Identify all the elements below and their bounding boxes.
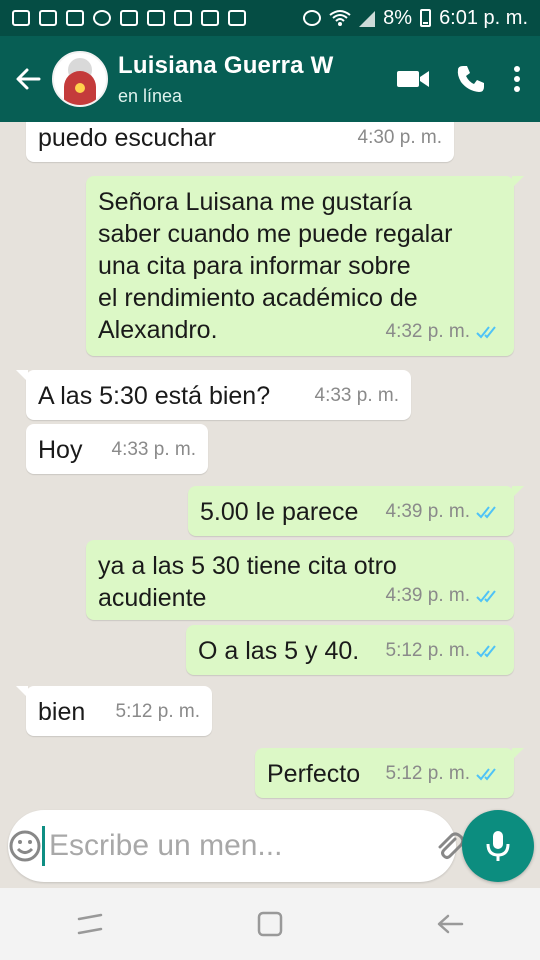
presence-status: en línea (118, 85, 183, 106)
message-input[interactable] (42, 826, 435, 866)
clock: 6:01 p. m. (439, 6, 528, 29)
message-time: 4:39 p. m. (385, 501, 471, 522)
message-time: 4:39 p. m. (385, 585, 471, 606)
message-bubble-incoming[interactable]: bien 5:12 p. m. (16, 686, 212, 736)
chat-area[interactable]: puedo escuchar 4:30 p. m. Señora Luisana… (0, 122, 540, 808)
signal-icon (359, 11, 376, 27)
back-nav-button[interactable] (420, 894, 480, 954)
message-line: una cita para informar sobre (98, 252, 411, 280)
alert-notification-icon (12, 10, 30, 26)
message-time: 5:12 p. m. (385, 640, 471, 661)
message-notification-icon (39, 10, 57, 26)
message-line: el rendimiento académico de (98, 284, 418, 312)
notification-icons (12, 10, 246, 26)
microphone-icon (486, 831, 510, 861)
message-time: 4:30 p. m. (357, 127, 443, 148)
phone-call-icon[interactable] (456, 64, 486, 94)
chat-header: Luisiana Guerra W en línea (0, 36, 540, 122)
video-call-icon[interactable] (396, 68, 430, 90)
message-text: puedo escuchar (38, 124, 216, 152)
message-meta: 4:33 p. m. (315, 380, 400, 412)
message-bubble-outgoing[interactable]: ya a las 5 30 tiene cita otro acudiente … (86, 540, 514, 620)
contact-info[interactable]: Luisiana Guerra W en línea (118, 52, 333, 107)
message-bubble-outgoing[interactable]: 5.00 le parece 4:39 p. m. (188, 486, 524, 536)
system-status: 8% 6:01 p. m. (303, 7, 528, 30)
home-icon (257, 911, 283, 937)
alarm-icon (303, 10, 322, 26)
gallery-notification-icon (174, 10, 192, 26)
message-line: saber cuando me puede regalar (98, 220, 453, 248)
message-composer (8, 810, 496, 882)
laptop-notification-icon (228, 10, 246, 26)
attach-button[interactable] (435, 831, 465, 861)
battery-icon (420, 9, 432, 27)
read-receipt-icon (476, 645, 496, 658)
facebook-notification-icon (93, 10, 111, 26)
chat-notification-icon (66, 10, 84, 26)
message-meta: 5:12 p. m. (386, 635, 503, 667)
read-receipt-icon (476, 590, 496, 603)
message-line: Señora Luisana me gustaría (98, 188, 413, 216)
emoji-icon (9, 830, 41, 862)
emoji-button[interactable] (8, 829, 42, 863)
paperclip-icon (438, 832, 465, 859)
home-button[interactable] (240, 894, 300, 954)
back-nav-icon (437, 914, 464, 934)
message-time: 4:33 p. m. (111, 439, 197, 460)
message-meta: 4:32 p. m. (386, 316, 503, 348)
contact-avatar[interactable] (52, 51, 108, 107)
message-meta: 4:39 p. m. (386, 580, 503, 612)
contact-name: Luisiana Guerra W (118, 51, 334, 79)
recent-apps-button[interactable] (60, 894, 120, 954)
message-text: Perfecto (267, 760, 361, 788)
message-text: 5.00 le parece (200, 498, 359, 526)
message-bubble-outgoing[interactable]: Perfecto 5:12 p. m. (255, 748, 524, 798)
message-time: 5:12 p. m. (385, 763, 471, 784)
message-bubble-incoming[interactable]: A las 5:30 está bien? 4:33 p. m. (16, 370, 411, 420)
message-meta: 5:12 p. m. (386, 758, 503, 790)
status-bar: 8% 6:01 p. m. (0, 0, 540, 36)
system-nav-bar (0, 888, 540, 960)
battery-percent: 8% (383, 6, 413, 29)
arrow-left-icon (16, 68, 41, 90)
read-receipt-icon (476, 506, 496, 519)
back-button[interactable] (6, 57, 50, 101)
read-receipt-icon (476, 326, 496, 339)
voice-message-button[interactable] (462, 810, 534, 882)
message-meta: 4:30 p. m. (358, 122, 443, 154)
message-time: 4:32 p. m. (385, 321, 471, 342)
message-text: Hoy (38, 436, 83, 464)
message-bubble-incoming[interactable]: Hoy 4:33 p. m. (26, 424, 208, 474)
message-meta: 5:12 p. m. (116, 696, 201, 728)
message-text: O a las 5 y 40. (198, 637, 360, 665)
message-text: bien (38, 698, 86, 726)
message-meta: 4:33 p. m. (112, 434, 197, 466)
message-time: 5:12 p. m. (115, 701, 201, 722)
message-line: ya a las 5 30 tiene cita otro (98, 552, 397, 580)
message-bubble-outgoing[interactable]: O a las 5 y 40. 5:12 p. m. (186, 625, 514, 675)
message-bubble-incoming[interactable]: puedo escuchar 4:30 p. m. (26, 122, 454, 162)
message-bubble-outgoing[interactable]: Señora Luisana me gustaría saber cuando … (86, 176, 524, 356)
message-meta: 4:39 p. m. (386, 496, 503, 528)
message-time: 4:33 p. m. (314, 385, 400, 406)
more-vertical-icon[interactable] (512, 65, 522, 93)
wifi-icon (329, 10, 351, 26)
voicemail-notification-icon (120, 10, 138, 26)
header-actions (396, 64, 540, 94)
message-text: A las 5:30 está bien? (38, 382, 271, 410)
image-notification-icon (147, 10, 165, 26)
recent-apps-icon (77, 913, 103, 935)
download-notification-icon (201, 10, 219, 26)
read-receipt-icon (476, 768, 496, 781)
